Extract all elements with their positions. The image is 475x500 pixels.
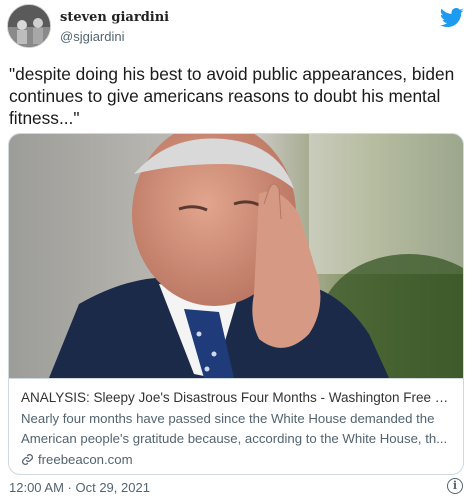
tweet-header: steven giardini @sjgiardini xyxy=(7,4,467,54)
card-domain: freebeacon.com xyxy=(38,452,133,467)
card-image[interactable] xyxy=(9,134,464,378)
tweet-timestamp[interactable]: 12:00 AM · Oct 29, 2021 xyxy=(9,480,150,495)
info-icon[interactable]: i xyxy=(447,478,463,494)
card-description: Nearly four months have passed since the… xyxy=(21,411,448,446)
author-handle[interactable]: @sjgiardini xyxy=(60,29,125,44)
twitter-bird-icon[interactable] xyxy=(440,8,464,28)
author-name[interactable]: steven giardini xyxy=(60,10,169,25)
link-card[interactable]: ANALYSIS: Sleepy Joe's Disastrous Four M… xyxy=(8,133,464,475)
card-title[interactable]: ANALYSIS: Sleepy Joe's Disastrous Four M… xyxy=(21,388,453,407)
card-domain-row[interactable]: freebeacon.com xyxy=(21,452,453,467)
tweet-text: "despite doing his best to avoid public … xyxy=(9,64,455,128)
link-icon xyxy=(22,454,33,465)
card-meta: ANALYSIS: Sleepy Joe's Disastrous Four M… xyxy=(9,378,463,474)
tweet: steven giardini @sjgiardini "despite doi… xyxy=(0,0,475,500)
avatar[interactable] xyxy=(7,4,51,48)
